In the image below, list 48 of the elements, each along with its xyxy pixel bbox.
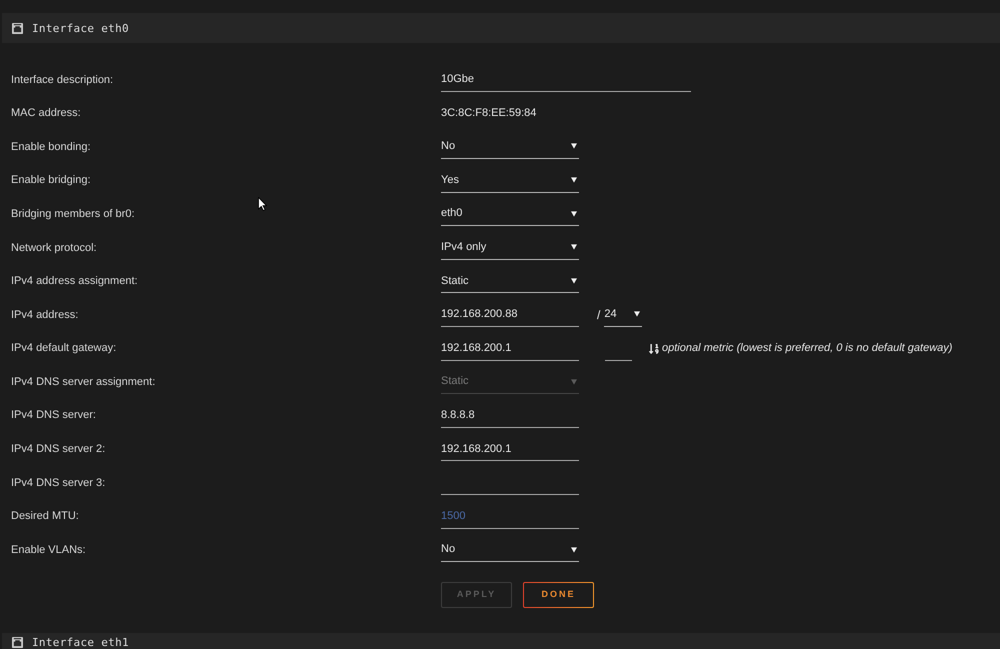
caret-icon <box>571 210 577 217</box>
dropdown-select[interactable]: No <box>441 134 579 159</box>
dropdown-select[interactable]: No <box>441 538 579 562</box>
text-field[interactable]: 192.168.200.1 <box>441 336 579 361</box>
field-label: IPv4 DNS server assignment: <box>11 374 156 390</box>
caret-icon <box>571 546 577 553</box>
dropdown-select[interactable]: Static <box>441 269 579 294</box>
dropdown-select[interactable]: 24 <box>604 302 642 327</box>
field-label: IPv4 address assignment: <box>11 274 139 290</box>
field-label: IPv4 DNS server 3: <box>11 476 106 491</box>
network-port-icon <box>12 22 23 34</box>
dropdown-select[interactable]: IPv4 only <box>441 236 579 260</box>
text-field[interactable]: 10Gbe <box>441 68 691 92</box>
field-value: 3C:8C:F8:EE:59:84 <box>441 106 536 122</box>
mouse-pointer-icon <box>258 197 267 211</box>
section-title: Interface eth0 <box>32 22 129 34</box>
network-port-icon <box>12 636 23 648</box>
field-label: IPv4 DNS server 2: <box>11 442 106 458</box>
caret-icon <box>571 278 577 284</box>
caret-icon <box>571 244 577 250</box>
caret-icon <box>571 378 577 385</box>
section-title: Interface eth1 <box>32 636 129 648</box>
section-header[interactable]: Interface eth0 <box>2 13 1000 43</box>
field-label: Enable VLANs: <box>11 542 87 558</box>
dropdown-select[interactable]: eth0 <box>441 202 579 226</box>
field-label: Enable bridging: <box>11 173 92 188</box>
separator-text: / <box>597 306 600 324</box>
field-label: Enable bonding: <box>11 140 92 155</box>
field-label: Desired MTU: <box>11 509 80 524</box>
field-label: IPv4 address: <box>11 308 80 323</box>
caret-icon <box>634 311 640 318</box>
field-label: Interface description: <box>11 72 114 88</box>
section-header[interactable]: Interface eth1 <box>2 632 1000 649</box>
caret-icon <box>571 143 577 150</box>
text-field[interactable]: 192.168.200.1 <box>441 437 579 462</box>
text-field[interactable]: 1500 <box>441 504 579 529</box>
done-button[interactable]: DONE <box>523 582 594 608</box>
hint-text: optional metric (lowest is preferred, 0 is no default gateway) <box>662 341 952 356</box>
sort-numeric-icon <box>649 342 659 355</box>
field-label: IPv4 default gateway: <box>11 341 118 356</box>
field-label: Bridging members of br0: <box>11 206 136 222</box>
caret-icon <box>571 177 577 184</box>
field-label: Network protocol: <box>11 240 98 256</box>
field-label: IPv4 DNS server: <box>11 408 97 424</box>
text-field[interactable]: 8.8.8.8 <box>441 404 579 428</box>
field-label: MAC address: <box>11 106 82 122</box>
text-field[interactable]: 192.168.200.88 <box>441 302 579 327</box>
dropdown-select[interactable]: Yes <box>441 168 579 193</box>
